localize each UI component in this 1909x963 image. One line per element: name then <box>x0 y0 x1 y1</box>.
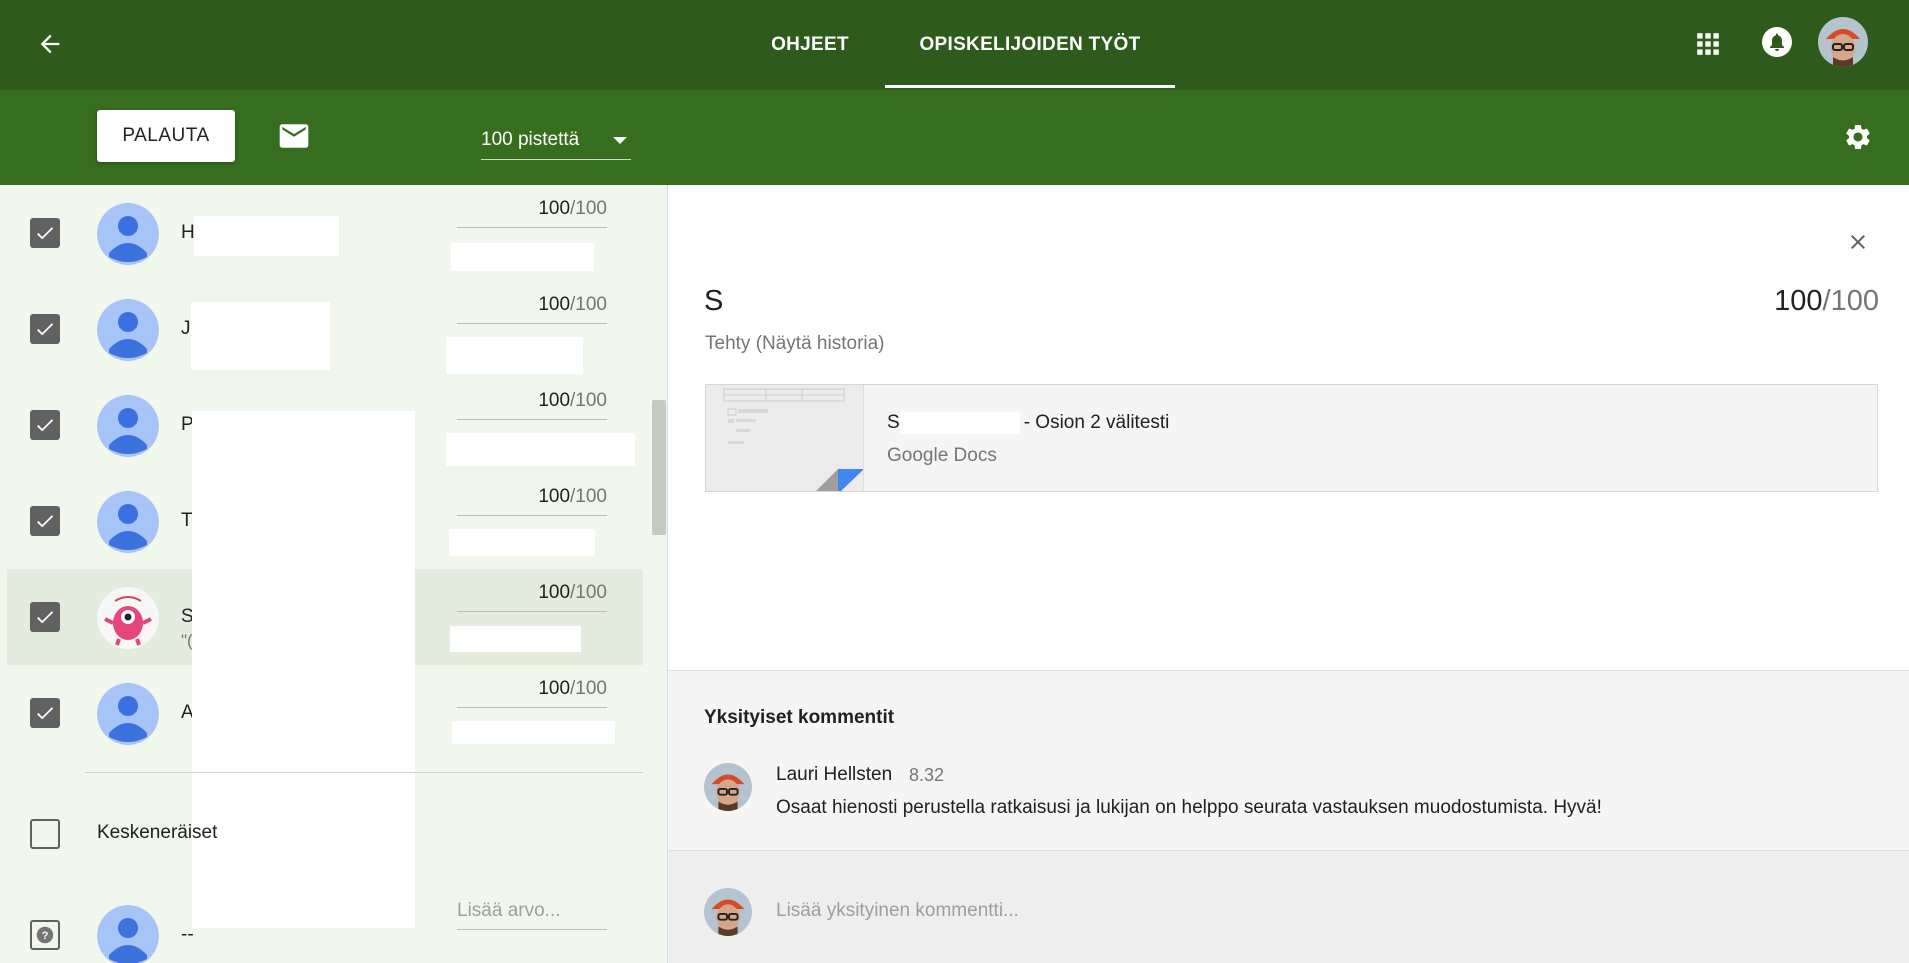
redaction-block <box>191 302 330 370</box>
attachment-type: Google Docs <box>887 445 997 466</box>
default-avatar-icon <box>97 491 159 553</box>
top-app-bar: OHJEET OPISKELIJOIDEN TYÖT <box>0 0 1909 90</box>
default-avatar-icon <box>97 905 159 963</box>
comment-author-avatar <box>704 763 752 811</box>
section-checkbox[interactable] <box>30 819 60 849</box>
grade-field[interactable]: 100/100 <box>457 294 607 324</box>
redaction-block <box>450 626 581 652</box>
list-scrollbar[interactable] <box>652 400 666 535</box>
student-name: T <box>181 510 193 531</box>
grade-field[interactable]: 100/100 <box>457 486 607 516</box>
redaction-block <box>899 412 1020 434</box>
gear-icon[interactable] <box>1836 115 1880 159</box>
attachment-card[interactable]: S - Osion 2 välitesti Google Docs <box>705 384 1878 492</box>
private-comments: Yksityiset kommentit Lauri Hellsten 8.32… <box>668 670 1909 850</box>
checkbox-unchecked[interactable]: ? <box>30 920 60 950</box>
tab-instructions[interactable]: OHJEET <box>740 0 880 90</box>
checkbox-checked[interactable] <box>30 410 60 440</box>
grade-points: 100 <box>538 486 571 507</box>
student-photo-avatar <box>97 587 159 649</box>
grade-points: 100 <box>538 294 571 315</box>
comment-author: Lauri Hellsten <box>776 764 893 785</box>
document-thumbnail <box>706 385 864 491</box>
student-name: H <box>181 222 195 243</box>
tab-student-work[interactable]: OPISKELIJOIDEN TYÖT <box>885 0 1175 90</box>
default-avatar-icon <box>97 299 159 361</box>
grade-points: 100 <box>538 582 571 603</box>
active-tab-indicator <box>885 85 1175 88</box>
grade-field[interactable]: 100/100 <box>457 390 607 420</box>
user-avatar[interactable] <box>1818 17 1868 67</box>
grade-points: 100 <box>538 390 571 411</box>
grade-field[interactable]: 100/100 <box>457 582 607 612</box>
detail-grade-total: /100 <box>1822 285 1879 317</box>
student-name: -- <box>181 924 194 945</box>
email-icon[interactable] <box>272 114 316 158</box>
grade-total: /100 <box>570 198 607 219</box>
checkbox-checked[interactable] <box>30 314 60 344</box>
close-icon[interactable] <box>1836 220 1880 264</box>
default-avatar-icon <box>97 683 159 745</box>
grade-total: /100 <box>570 582 607 603</box>
default-avatar-icon <box>97 203 159 265</box>
grade-total: /100 <box>570 294 607 315</box>
redaction-block <box>451 243 594 271</box>
grade-field[interactable]: 100/100 <box>457 678 607 708</box>
detail-student-name: S <box>704 285 724 317</box>
checkbox-checked[interactable] <box>30 218 60 248</box>
comment-text: Osaat hienosti perustella ratkaisusi ja … <box>776 797 1602 818</box>
redaction-block <box>446 337 583 374</box>
chevron-down-icon <box>613 137 627 144</box>
notifications-bell-icon[interactable] <box>1755 20 1799 64</box>
attachment-title-suffix: - Osion 2 välitesti <box>1023 412 1170 434</box>
redaction-block <box>194 216 339 256</box>
submission-detail: S 100/100 Tehty (Näytä historia) S- Osio <box>668 185 1909 963</box>
points-dropdown[interactable]: 100 pistettä <box>481 120 631 160</box>
section-divider <box>85 772 643 773</box>
comment-timestamp: 8.32 <box>909 765 945 785</box>
redaction-block <box>446 433 635 466</box>
comments-heading: Yksityiset kommentit <box>704 707 895 728</box>
redaction-block <box>192 411 415 928</box>
points-dropdown-value: 100 pistettä <box>481 128 580 150</box>
submission-status-link[interactable]: Tehty (Näytä historia) <box>705 333 885 355</box>
add-grade-field[interactable]: Lisää arvo... <box>457 900 607 930</box>
student-comment-preview: "( <box>181 631 193 650</box>
student-row-pending[interactable]: ? -- Lisää arvo... <box>7 887 643 963</box>
add-comment-bar <box>668 850 1909 963</box>
current-user-avatar <box>704 888 752 936</box>
grading-toolbar: PALAUTA 100 pistettä <box>0 90 1909 185</box>
attachment-title: S - Osion 2 välitesti <box>887 412 1169 434</box>
student-name: J <box>181 318 191 339</box>
grade-total: /100 <box>570 390 607 411</box>
private-comment-input[interactable] <box>776 891 1866 931</box>
apps-grid-icon[interactable] <box>1686 22 1730 66</box>
detail-grade: 100/100 <box>1774 285 1879 318</box>
redaction-block <box>452 721 615 744</box>
detail-grade-points: 100 <box>1774 285 1823 317</box>
grade-total: /100 <box>570 678 607 699</box>
checkbox-checked[interactable] <box>30 698 60 728</box>
redaction-block <box>449 529 595 556</box>
grade-total: /100 <box>570 486 607 507</box>
grade-field[interactable]: 100/100 <box>457 198 607 228</box>
student-list: H 100/100 J 100/100 P 100/100 T 100/100 <box>0 185 668 963</box>
grade-points: 100 <box>538 678 571 699</box>
checkbox-checked[interactable] <box>30 506 60 536</box>
section-label: Keskeneräiset <box>97 822 218 843</box>
back-arrow-icon[interactable] <box>28 22 72 66</box>
attachment-title-prefix: S <box>887 412 900 434</box>
svg-text:?: ? <box>42 930 49 942</box>
checkbox-checked[interactable] <box>30 602 60 632</box>
default-avatar-icon <box>97 395 159 457</box>
grade-points: 100 <box>538 198 571 219</box>
return-button[interactable]: PALAUTA <box>97 110 235 162</box>
